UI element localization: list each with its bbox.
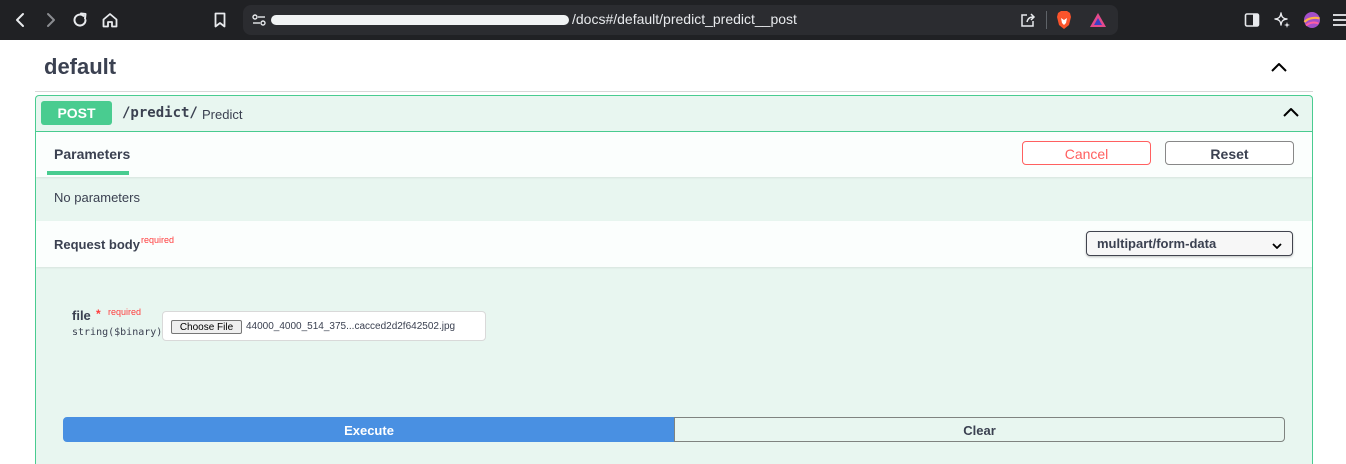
tag-section-header[interactable]: default xyxy=(35,45,1313,92)
address-bar[interactable]: /docs#/default/predict_predict__post xyxy=(243,5,1118,35)
operation-summary[interactable]: POST /predict/ Predict xyxy=(36,96,1312,132)
brave-rewards-icon[interactable] xyxy=(1088,10,1108,30)
cancel-button[interactable]: Cancel xyxy=(1022,141,1151,165)
tag-title: default xyxy=(44,54,117,79)
chevron-down-icon xyxy=(1271,239,1283,251)
required-star: * xyxy=(96,307,101,321)
method-badge: POST xyxy=(41,101,112,125)
selected-file-name: 44000_4000_514_375...cacced2d2f642502.jp… xyxy=(246,321,456,332)
execute-button[interactable]: Execute xyxy=(63,417,675,442)
brave-shields-icon[interactable] xyxy=(1054,10,1074,30)
forward-icon[interactable] xyxy=(38,8,62,32)
site-settings-icon[interactable] xyxy=(249,10,269,30)
field-type: string($binary) xyxy=(72,327,163,338)
chevron-up-icon[interactable] xyxy=(1268,57,1290,79)
no-parameters-text: No parameters xyxy=(54,190,140,205)
clear-button[interactable]: Clear xyxy=(674,417,1285,442)
parameters-section-header: Parameters Cancel Reset xyxy=(36,132,1312,177)
home-icon[interactable] xyxy=(98,8,122,32)
reload-icon[interactable] xyxy=(68,8,92,32)
browser-toolbar: /docs#/default/predict_predict__post xyxy=(0,0,1346,40)
redacted-host xyxy=(271,15,569,25)
operation-path: /predict/ xyxy=(122,105,198,121)
request-body-label: Request body xyxy=(54,237,140,252)
url-text[interactable]: /docs#/default/predict_predict__post xyxy=(572,11,797,27)
share-icon[interactable] xyxy=(1018,10,1038,30)
choose-file-button[interactable]: Choose File xyxy=(171,320,242,334)
menu-icon[interactable] xyxy=(1328,8,1346,32)
leo-ai-icon[interactable] xyxy=(1270,8,1294,32)
profile-icon[interactable] xyxy=(1300,8,1324,32)
content-type-select[interactable]: multipart/form-data xyxy=(1086,231,1293,256)
active-tab-indicator xyxy=(47,171,129,175)
operation-summary-text: Predict xyxy=(202,107,243,122)
chevron-up-icon[interactable] xyxy=(1280,102,1302,124)
required-badge: required xyxy=(141,235,175,245)
content-type-value: multipart/form-data xyxy=(1097,236,1217,251)
tab-parameters[interactable]: Parameters xyxy=(54,146,130,162)
post-operation-block: POST /predict/ Predict Parameters Cancel… xyxy=(35,95,1313,464)
reset-button[interactable]: Reset xyxy=(1165,141,1294,165)
sidebar-icon[interactable] xyxy=(1240,8,1264,32)
bookmark-icon[interactable] xyxy=(208,8,232,32)
request-body-header: Request body required multipart/form-dat… xyxy=(36,221,1312,267)
address-divider xyxy=(1046,11,1047,29)
field-required-label: required xyxy=(108,307,142,317)
back-icon[interactable] xyxy=(9,8,33,32)
file-input[interactable]: Choose File 44000_4000_514_375...cacced2… xyxy=(162,311,486,341)
field-name: file xyxy=(72,308,91,323)
